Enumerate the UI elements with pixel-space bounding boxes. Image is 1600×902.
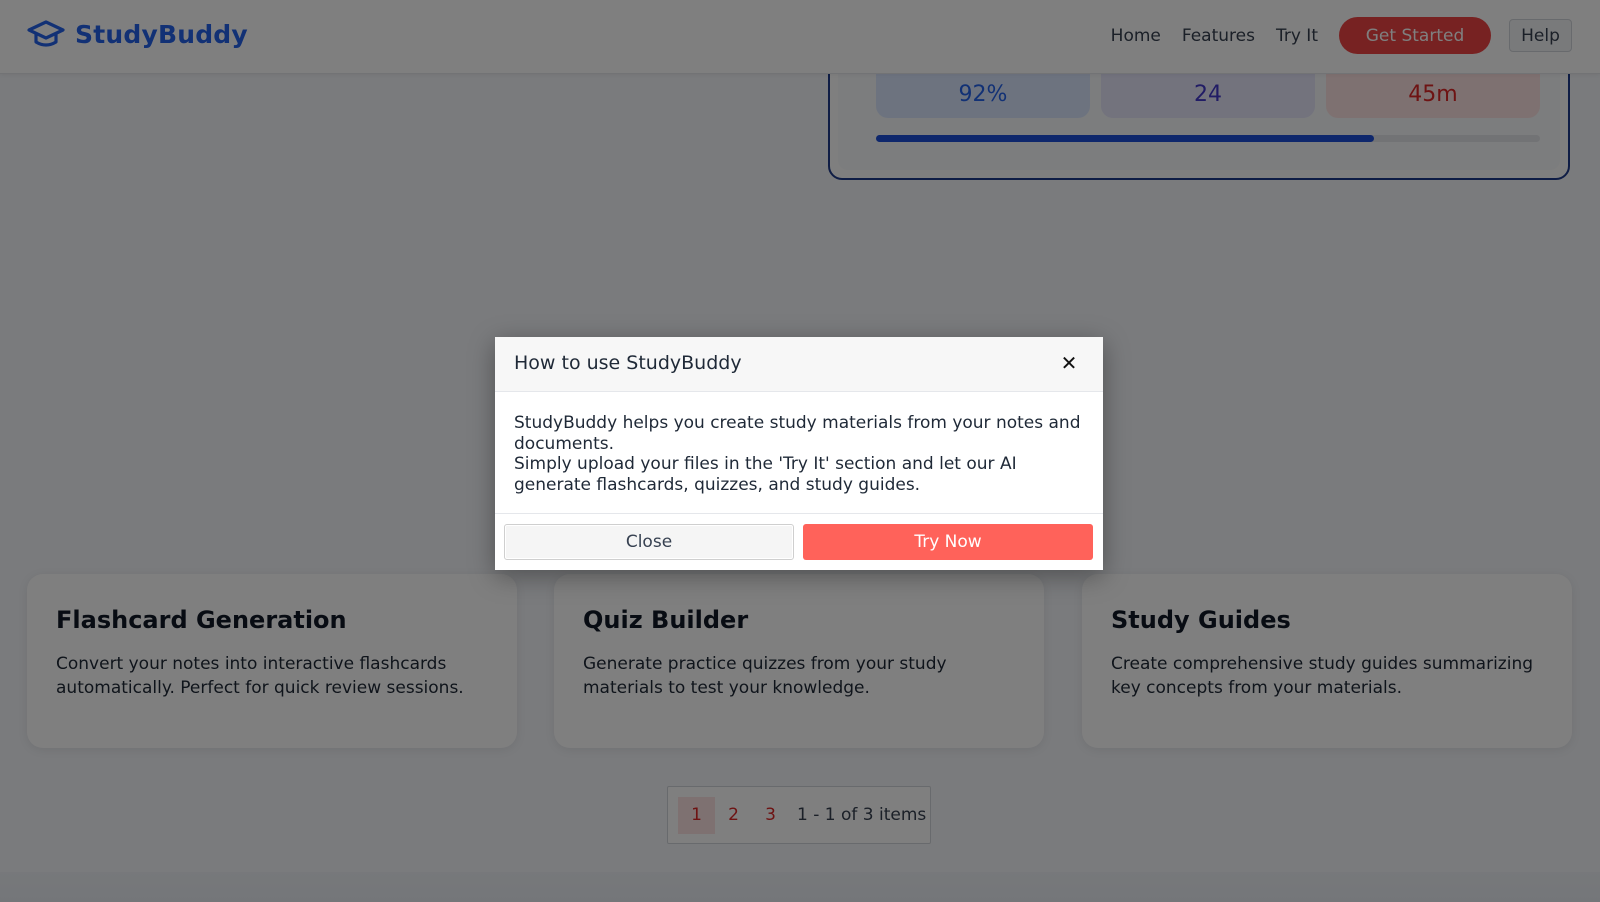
help-modal: How to use StudyBuddy ✕ StudyBuddy helps… bbox=[495, 337, 1103, 570]
modal-text-line1: StudyBuddy helps you create study materi… bbox=[514, 413, 1081, 454]
modal-body: StudyBuddy helps you create study materi… bbox=[495, 392, 1103, 514]
close-icon[interactable]: ✕ bbox=[1057, 351, 1081, 375]
modal-title: How to use StudyBuddy bbox=[514, 352, 742, 374]
modal-text-line2: Simply upload your files in the 'Try It'… bbox=[514, 454, 1017, 495]
try-now-button[interactable]: Try Now bbox=[803, 524, 1093, 560]
close-button[interactable]: Close bbox=[504, 524, 794, 560]
modal-footer: Close Try Now bbox=[495, 514, 1103, 570]
modal-header: How to use StudyBuddy ✕ bbox=[495, 337, 1103, 392]
